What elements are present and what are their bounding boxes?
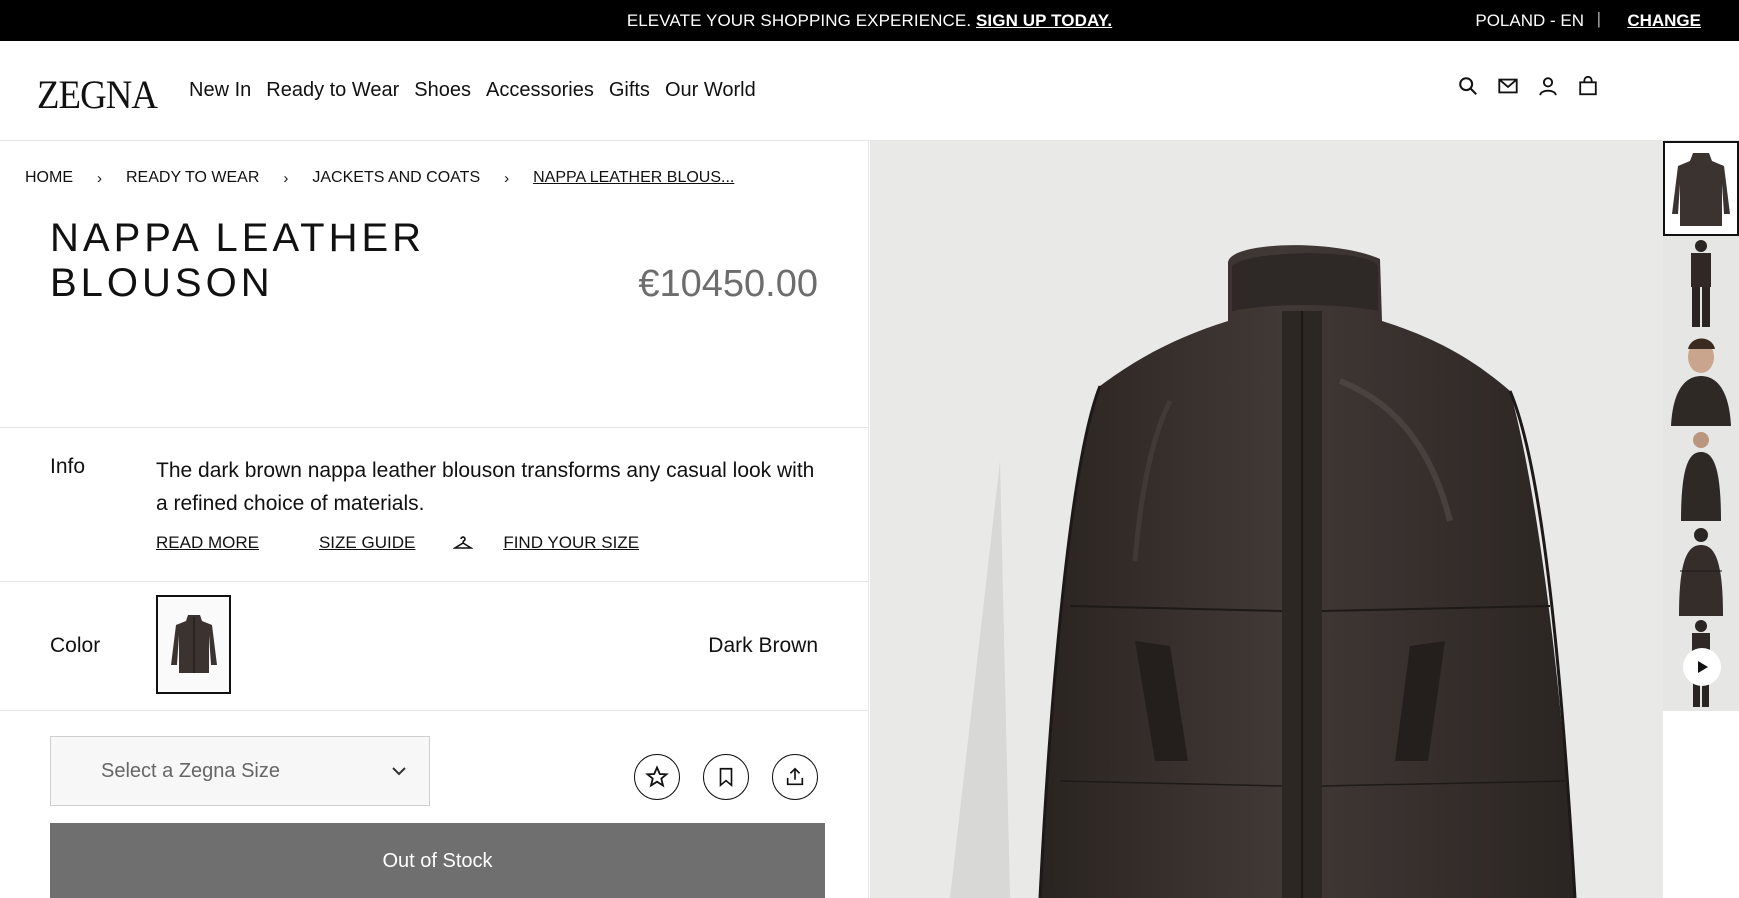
star-icon (645, 765, 669, 788)
zegna-logo[interactable]: ZEGNA (37, 71, 158, 118)
promo-text: ELEVATE YOUR SHOPPING EXPERIENCE. (626, 11, 972, 30)
nav-item-gifts[interactable]: Gifts (609, 79, 650, 102)
share-button[interactable] (772, 754, 818, 800)
divider (0, 581, 869, 582)
divider (0, 710, 869, 711)
swatch-jacket-image (170, 614, 217, 673)
thumbnail-model-half-image (1681, 432, 1721, 521)
chevron-down-icon (392, 767, 406, 776)
nav-item-new-in[interactable]: New In (189, 79, 251, 102)
breadcrumb-separator: › (504, 169, 510, 187)
bookmark-icon (719, 767, 733, 788)
thumbnail-model-closeup-image (1671, 338, 1731, 426)
read-more-link[interactable]: READ MORE (156, 533, 289, 553)
search-icon[interactable] (1457, 75, 1479, 97)
size-select-placeholder: Select a Zegna Size (101, 760, 280, 782)
thumbnail-6-video[interactable] (1663, 616, 1739, 711)
thumbnail-4[interactable] (1663, 426, 1739, 521)
thumbnail-model-full-image (1691, 240, 1711, 327)
change-locale-link[interactable]: CHANGE (1627, 11, 1701, 31)
promo-bar: ELEVATE YOUR SHOPPING EXPERIENCE. SIGN U… (0, 0, 1739, 41)
header-icons (1457, 75, 1599, 97)
nav-item-accessories[interactable]: Accessories (486, 79, 594, 102)
breadcrumb: HOME › READY TO WEAR › JACKETS AND COATS… (25, 169, 734, 187)
breadcrumb-separator: › (97, 169, 102, 187)
play-video-button[interactable] (1683, 648, 1721, 686)
find-your-size-link[interactable]: FIND YOUR SIZE (503, 533, 669, 553)
size-guide-label: SIZE GUIDE (318, 533, 416, 552)
thumbnail-2[interactable] (1663, 236, 1739, 331)
breadcrumb-home[interactable]: HOME (25, 169, 73, 187)
locale-label: POLAND - EN (1475, 11, 1584, 30)
info-label: Info (50, 455, 86, 478)
bag-icon[interactable] (1577, 75, 1599, 97)
thumbnail-5[interactable] (1663, 521, 1739, 616)
find-your-size-label: FIND YOUR SIZE (503, 533, 640, 552)
breadcrumb-separator: › (283, 169, 289, 187)
info-links: READ MORE SIZE GUIDE FIND YOUR SIZE (156, 533, 699, 553)
mail-icon[interactable] (1497, 75, 1519, 97)
play-icon (1698, 661, 1708, 673)
breadcrumb-current[interactable]: NAPPA LEATHER BLOUS... (533, 169, 734, 187)
color-swatch-dark-brown[interactable] (156, 595, 231, 694)
product-price: €10450.00 (638, 263, 818, 305)
size-select[interactable]: Select a Zegna Size (50, 736, 430, 806)
product-description: The dark brown nappa leather blouson tra… (156, 459, 815, 515)
site-header: ZEGNA New In Ready to Wear Shoes Accesso… (0, 41, 1739, 141)
main-nav: New In Ready to Wear Shoes Accessories G… (189, 79, 771, 102)
thumbnail-1[interactable] (1663, 141, 1739, 236)
jacket-image (950, 245, 1577, 898)
product-main-image[interactable] (870, 141, 1663, 898)
thumbnail-strip (1663, 141, 1739, 898)
nav-item-our-world[interactable]: Our World (665, 79, 756, 102)
thumbnail-model-back-image (1679, 528, 1723, 616)
thumbnail-3[interactable] (1663, 331, 1739, 426)
locale-separator: | (1596, 9, 1601, 28)
nav-item-ready-to-wear[interactable]: Ready to Wear (266, 79, 399, 102)
account-icon[interactable] (1537, 75, 1559, 97)
save-button[interactable] (703, 754, 749, 800)
breadcrumb-jackets-and-coats[interactable]: JACKETS AND COATS (312, 169, 480, 187)
breadcrumb-ready-to-wear[interactable]: READY TO WEAR (126, 169, 259, 187)
product-title: NAPPA LEATHER BLOUSON (50, 216, 426, 305)
divider (0, 427, 869, 428)
selected-color-name: Dark Brown (708, 634, 818, 657)
wishlist-button[interactable] (634, 754, 680, 800)
thumbnail-jacket-image (1672, 153, 1730, 226)
hanger-icon (453, 536, 474, 549)
promo-signup-link[interactable]: SIGN UP TODAY. (976, 11, 1112, 30)
size-guide-link[interactable]: SIZE GUIDE (318, 533, 474, 553)
out-of-stock-button[interactable]: Out of Stock (50, 823, 825, 898)
nav-item-shoes[interactable]: Shoes (414, 79, 471, 102)
product-details-panel: HOME › READY TO WEAR › JACKETS AND COATS… (0, 141, 869, 898)
share-icon (786, 767, 804, 786)
read-more-label: READ MORE (156, 533, 259, 552)
color-label: Color (50, 634, 101, 657)
